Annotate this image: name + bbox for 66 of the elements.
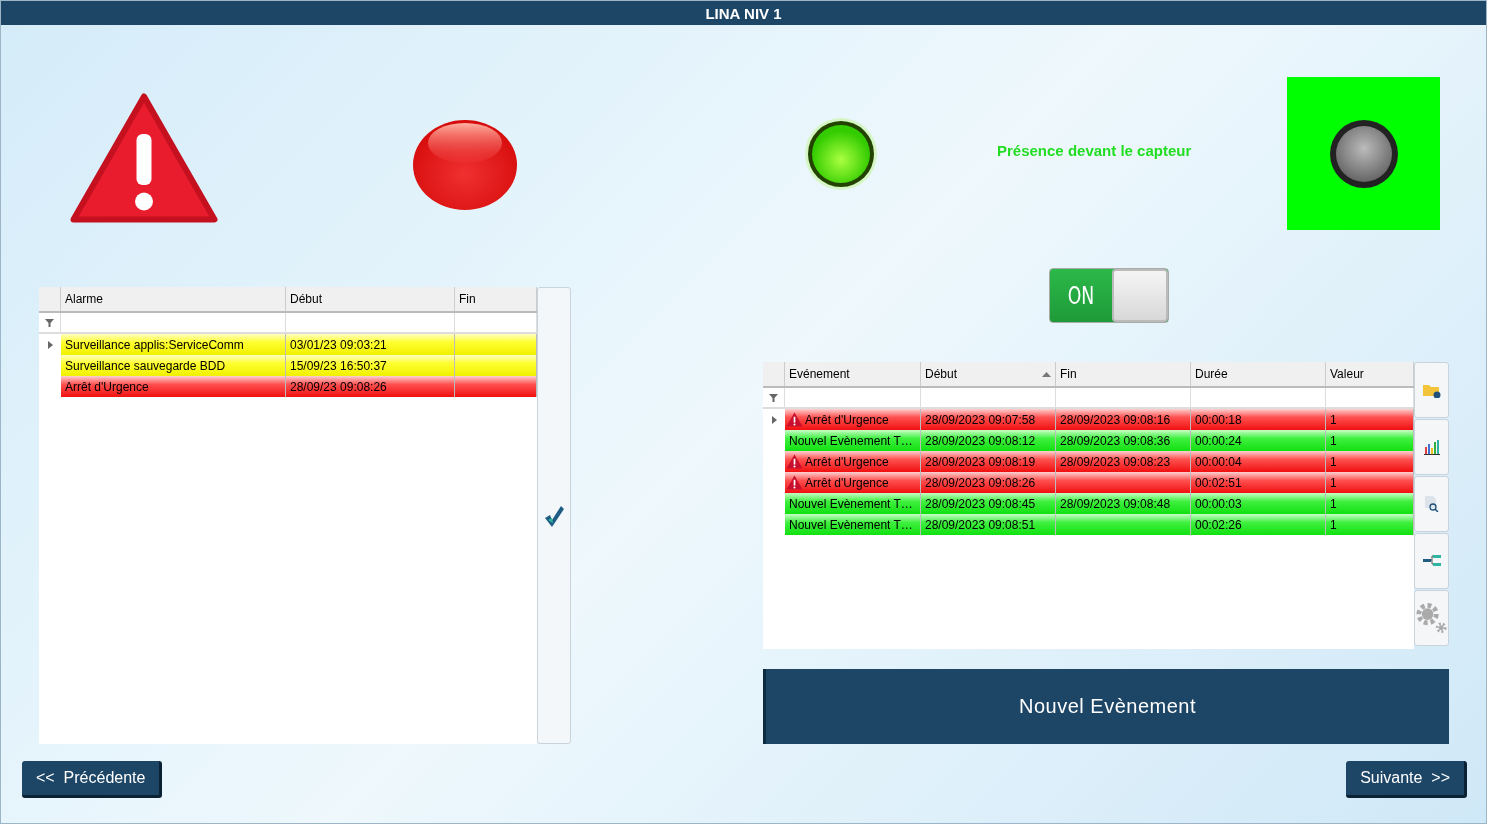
previous-button[interactable]: << Précédente (22, 761, 163, 798)
table-cell: 28/09/23 09:08:26 (286, 376, 455, 397)
table-cell: 00:00:18 (1191, 409, 1326, 430)
folder-edit-button[interactable] (1414, 362, 1449, 418)
next-button[interactable]: Suivante >> (1346, 761, 1467, 798)
table-cell: 1 (1326, 409, 1414, 430)
column-header[interactable]: Fin (1056, 362, 1191, 386)
table-cell: Arrêt d'Urgence (61, 376, 286, 397)
table-cell: 1 (1326, 493, 1414, 514)
off-lamp-icon (1328, 118, 1399, 189)
table-cell: Nouvel Evènement T… (785, 493, 921, 514)
warning-icon (69, 92, 219, 224)
sensor-label: Présence devant le capteur (997, 142, 1192, 159)
new-event-button[interactable]: Nouvel Evènement (763, 669, 1449, 744)
table-cell: Arrêt d'Urgence (785, 409, 921, 430)
table-cell: 28/09/2023 09:08:45 (921, 493, 1056, 514)
table-cell: 00:00:03 (1191, 493, 1326, 514)
table-cell: 15/09/23 16:50:37 (286, 355, 455, 376)
table-cell: 03/01/23 09:03:21 (286, 334, 455, 355)
table-cell: 28/09/2023 09:07:58 (921, 409, 1056, 430)
table-cell: 28/09/2023 09:08:26 (921, 472, 1056, 493)
table-cell: 28/09/2023 09:08:19 (921, 451, 1056, 472)
column-header[interactable]: Début (286, 287, 455, 311)
table-cell: 00:00:24 (1191, 430, 1326, 451)
column-header[interactable]: Durée (1191, 362, 1326, 386)
row-pointer-icon (47, 340, 53, 349)
table-cell: Surveillance sauvegarde BDD (61, 355, 286, 376)
hierarchy-icon (1422, 554, 1441, 568)
table-cell: 28/09/2023 09:08:16 (1056, 409, 1191, 430)
filter-icon[interactable] (45, 318, 54, 327)
checkmark-icon[interactable] (544, 504, 564, 527)
table-cell: 1 (1326, 430, 1414, 451)
table-cell: 28/09/2023 09:08:48 (1056, 493, 1191, 514)
column-header[interactable]: Début (921, 362, 1056, 386)
warning-icon (786, 475, 803, 490)
table-cell: 28/09/2023 09:08:51 (921, 514, 1056, 535)
table-cell: 00:02:26 (1191, 514, 1326, 535)
warning-icon (786, 454, 803, 469)
filter-icon[interactable] (769, 393, 778, 402)
table-cell: 1 (1326, 451, 1414, 472)
table-cell: Surveillance applis:ServiceComm (61, 334, 286, 355)
preview-button[interactable] (1414, 476, 1449, 532)
table-cell: Nouvel Evènement T… (785, 514, 921, 535)
settings-button[interactable] (1414, 590, 1449, 646)
settings-icon (1415, 601, 1448, 635)
row-pointer-icon (771, 415, 777, 424)
column-header[interactable]: Evénement (785, 362, 921, 386)
column-header[interactable]: Alarme (61, 287, 286, 311)
table-cell: 00:02:51 (1191, 472, 1326, 493)
alarm-lamp-icon (412, 119, 518, 211)
hierarchy-button[interactable] (1414, 533, 1449, 589)
table-cell: 00:00:04 (1191, 451, 1326, 472)
table-cell: Arrêt d'Urgence (785, 451, 921, 472)
document-search-icon (1424, 496, 1439, 512)
chart-button[interactable] (1414, 419, 1449, 475)
table-cell: Nouvel Evènement T… (785, 430, 921, 451)
folder-icon (1422, 382, 1441, 398)
window-title: LINA NIV 1 (1, 1, 1486, 25)
table-cell: 28/09/2023 09:08:23 (1056, 451, 1191, 472)
table-cell: 1 (1326, 514, 1414, 535)
table-cell: Arrêt d'Urgence (785, 472, 921, 493)
table-cell: 28/09/2023 09:08:36 (1056, 430, 1191, 451)
warning-icon (786, 412, 803, 427)
table-cell: 28/09/2023 09:08:12 (921, 430, 1056, 451)
bar-chart-icon (1423, 439, 1440, 455)
table-cell: 1 (1326, 472, 1414, 493)
